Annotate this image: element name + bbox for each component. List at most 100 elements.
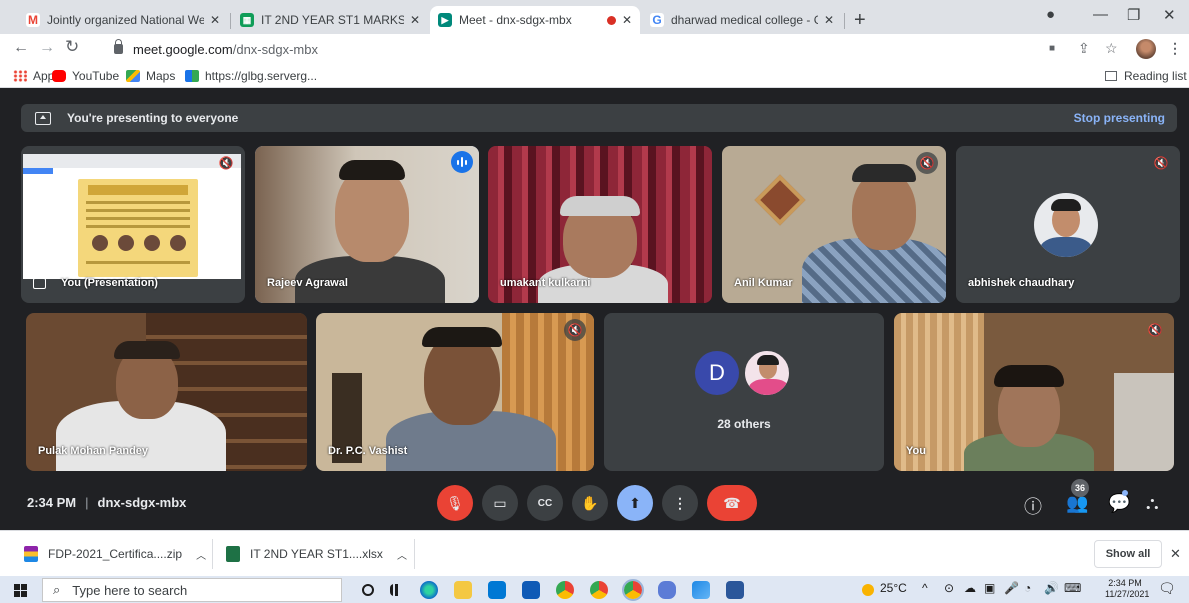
tab-title: IT 2ND YEAR ST1 MARKS(2021-2 [261, 13, 404, 27]
tile-umakant-kulkarni[interactable]: umakant kulkarni [488, 146, 712, 303]
photos-icon[interactable] [692, 581, 710, 599]
keyboard-icon[interactable]: ⌨ [1064, 581, 1081, 595]
show-all-button[interactable]: Show all [1094, 540, 1162, 568]
chevron-up-icon[interactable]: ^ [922, 581, 928, 595]
weather-icon[interactable] [862, 584, 874, 596]
bookmark-label: https://glbg.serverg... [205, 69, 318, 83]
profile-avatar[interactable] [1136, 39, 1156, 59]
volume-icon[interactable]: 🔊 [1044, 581, 1059, 595]
activities-icon[interactable]: ⛬ [1146, 493, 1159, 514]
search-placeholder: Type here to search [72, 582, 188, 598]
camera-button[interactable]: ▭ [482, 485, 518, 521]
meet-icon: ▶ [438, 13, 452, 27]
close-icon[interactable]: ✕ [1170, 546, 1181, 562]
tab-gmail[interactable]: M Jointly organized National Webin ✕ [18, 6, 228, 34]
download-divider [414, 539, 415, 569]
chrome-icon[interactable] [622, 579, 644, 601]
chat-notification-dot [1122, 490, 1128, 496]
tab-search-icon[interactable]: ● [1046, 6, 1055, 23]
tab-title: dharwad medical college - Goog [671, 13, 818, 27]
download-filename: IT 2ND YEAR ST1....xlsx [250, 547, 383, 561]
bookmark-maps[interactable]: Maps [126, 69, 175, 83]
meeting-time: 2:34 PM [27, 495, 77, 510]
lock-icon[interactable] [114, 39, 123, 54]
avatar: D [695, 351, 739, 395]
edge-icon[interactable] [420, 581, 438, 599]
leave-call-button[interactable]: ☎ [707, 485, 757, 521]
paint-icon[interactable] [658, 581, 676, 599]
store-icon[interactable] [488, 581, 506, 599]
chat-icon[interactable]: 💬 [1108, 493, 1130, 514]
window-close-button[interactable]: ✕ [1163, 6, 1176, 24]
mic-off-button[interactable]: 🎙 [437, 485, 473, 521]
new-tab-button[interactable]: + [854, 9, 866, 32]
taskbar-search-input[interactable]: ⌕ Type here to search [42, 578, 342, 602]
screen-icon[interactable]: ▣ [984, 581, 995, 595]
tile-rajeev-agrawal[interactable]: Rajeev Agrawal [255, 146, 479, 303]
mic-off-icon: 🔇 [218, 156, 234, 170]
maximize-button[interactable]: ❐ [1127, 6, 1140, 24]
tile-presentation[interactable]: 🔇 You (Presentation) [21, 146, 245, 303]
bookmark-glbg[interactable]: https://glbg.serverg... [185, 69, 317, 83]
download-bar: FDP-2021_Certifica....zip ︿ IT 2ND YEAR … [0, 530, 1189, 576]
forward-arrow-icon[interactable]: → [39, 39, 55, 57]
close-icon[interactable]: ✕ [410, 13, 420, 27]
chevron-up-icon[interactable]: ︿ [196, 547, 206, 562]
call-end-icon: ☎ [723, 494, 741, 511]
captions-button[interactable]: CC [527, 485, 563, 521]
raise-hand-button[interactable]: ✋ [572, 485, 608, 521]
tab-divider [844, 13, 845, 29]
onedrive-icon[interactable]: ☁ [964, 581, 976, 595]
meeting-details-icon[interactable]: ⓘ [1024, 493, 1042, 519]
close-icon[interactable]: ✕ [824, 13, 834, 27]
zip-file-icon [24, 546, 38, 562]
download-item[interactable]: FDP-2021_Certifica....zip ︿ [24, 531, 206, 577]
wifi-icon[interactable]: ◔ [1024, 581, 1031, 595]
task-view-icon[interactable] [390, 584, 404, 596]
tile-you[interactable]: 🔇 You [894, 313, 1174, 471]
participant-name: Rajeev Agrawal [267, 277, 348, 289]
presenting-banner-text: You're presenting to everyone [67, 111, 239, 125]
back-arrow-icon[interactable]: ← [13, 39, 29, 57]
mail-icon[interactable] [522, 581, 540, 599]
close-icon[interactable]: ✕ [622, 13, 632, 27]
microphone-icon[interactable]: 🎤 [1004, 581, 1019, 595]
mic-off-icon: 🔇 [1147, 323, 1163, 337]
tile-pulak-mohan-pandey[interactable]: Pulak Mohan Pandey [26, 313, 307, 471]
stop-presenting-button[interactable]: Stop presenting [1074, 111, 1165, 125]
meet-share-icon[interactable]: ⊙ [944, 581, 954, 595]
more-vert-icon[interactable]: ⋮ [1168, 40, 1182, 57]
bookmark-label: Maps [146, 69, 176, 83]
more-options-button[interactable]: ⋮ [662, 485, 698, 521]
chrome-icon[interactable] [556, 581, 574, 599]
clock-date: 11/27/2021 [1105, 589, 1150, 599]
bookmark-youtube[interactable]: YouTube [52, 69, 119, 83]
notification-icon[interactable]: 🗨 [1158, 580, 1176, 597]
present-now-button[interactable]: ⬆ [617, 485, 653, 521]
word-icon[interactable] [726, 581, 744, 599]
camera-icon[interactable]: ■ [1049, 43, 1055, 54]
address-bar[interactable]: meet.google.com/dnx-sdgx-mbx [104, 37, 1084, 61]
tile-dr-pc-vashist[interactable]: 🔇 Dr. P.C. Vashist [316, 313, 594, 471]
minimize-button[interactable]: — [1093, 6, 1108, 23]
download-item[interactable]: IT 2ND YEAR ST1....xlsx ︿ [226, 531, 407, 577]
windows-start-icon[interactable] [14, 584, 27, 597]
reload-icon[interactable]: ↻ [65, 37, 79, 57]
tab-meet[interactable]: ▶ Meet - dnx-sdgx-mbx ✕ [430, 6, 640, 34]
file-explorer-icon[interactable] [454, 581, 472, 599]
tile-others[interactable]: D 28 others [604, 313, 884, 471]
videocam-icon: ▭ [493, 494, 507, 511]
bookmark-star-icon[interactable]: ☆ [1105, 40, 1118, 57]
tab-sheets[interactable]: ▦ IT 2ND YEAR ST1 MARKS(2021-2 ✕ [232, 6, 428, 34]
chrome-icon[interactable] [590, 581, 608, 599]
tile-abhishek-chaudhary[interactable]: 🔇 abhishek chaudhary [956, 146, 1180, 303]
taskbar-clock[interactable]: 2:34 PM 11/27/2021 [1105, 578, 1150, 600]
tab-google-search[interactable]: G dharwad medical college - Goog ✕ [642, 6, 842, 34]
chevron-up-icon[interactable]: ︿ [397, 547, 407, 562]
cortana-icon[interactable] [362, 584, 374, 596]
reading-list-button[interactable]: Reading list [1105, 69, 1187, 83]
tile-anil-kumar[interactable]: 🔇 Anil Kumar [722, 146, 946, 303]
close-icon[interactable]: ✕ [210, 13, 220, 27]
share-icon[interactable]: ⇪ [1078, 40, 1090, 57]
apps-grid-icon [13, 70, 27, 82]
